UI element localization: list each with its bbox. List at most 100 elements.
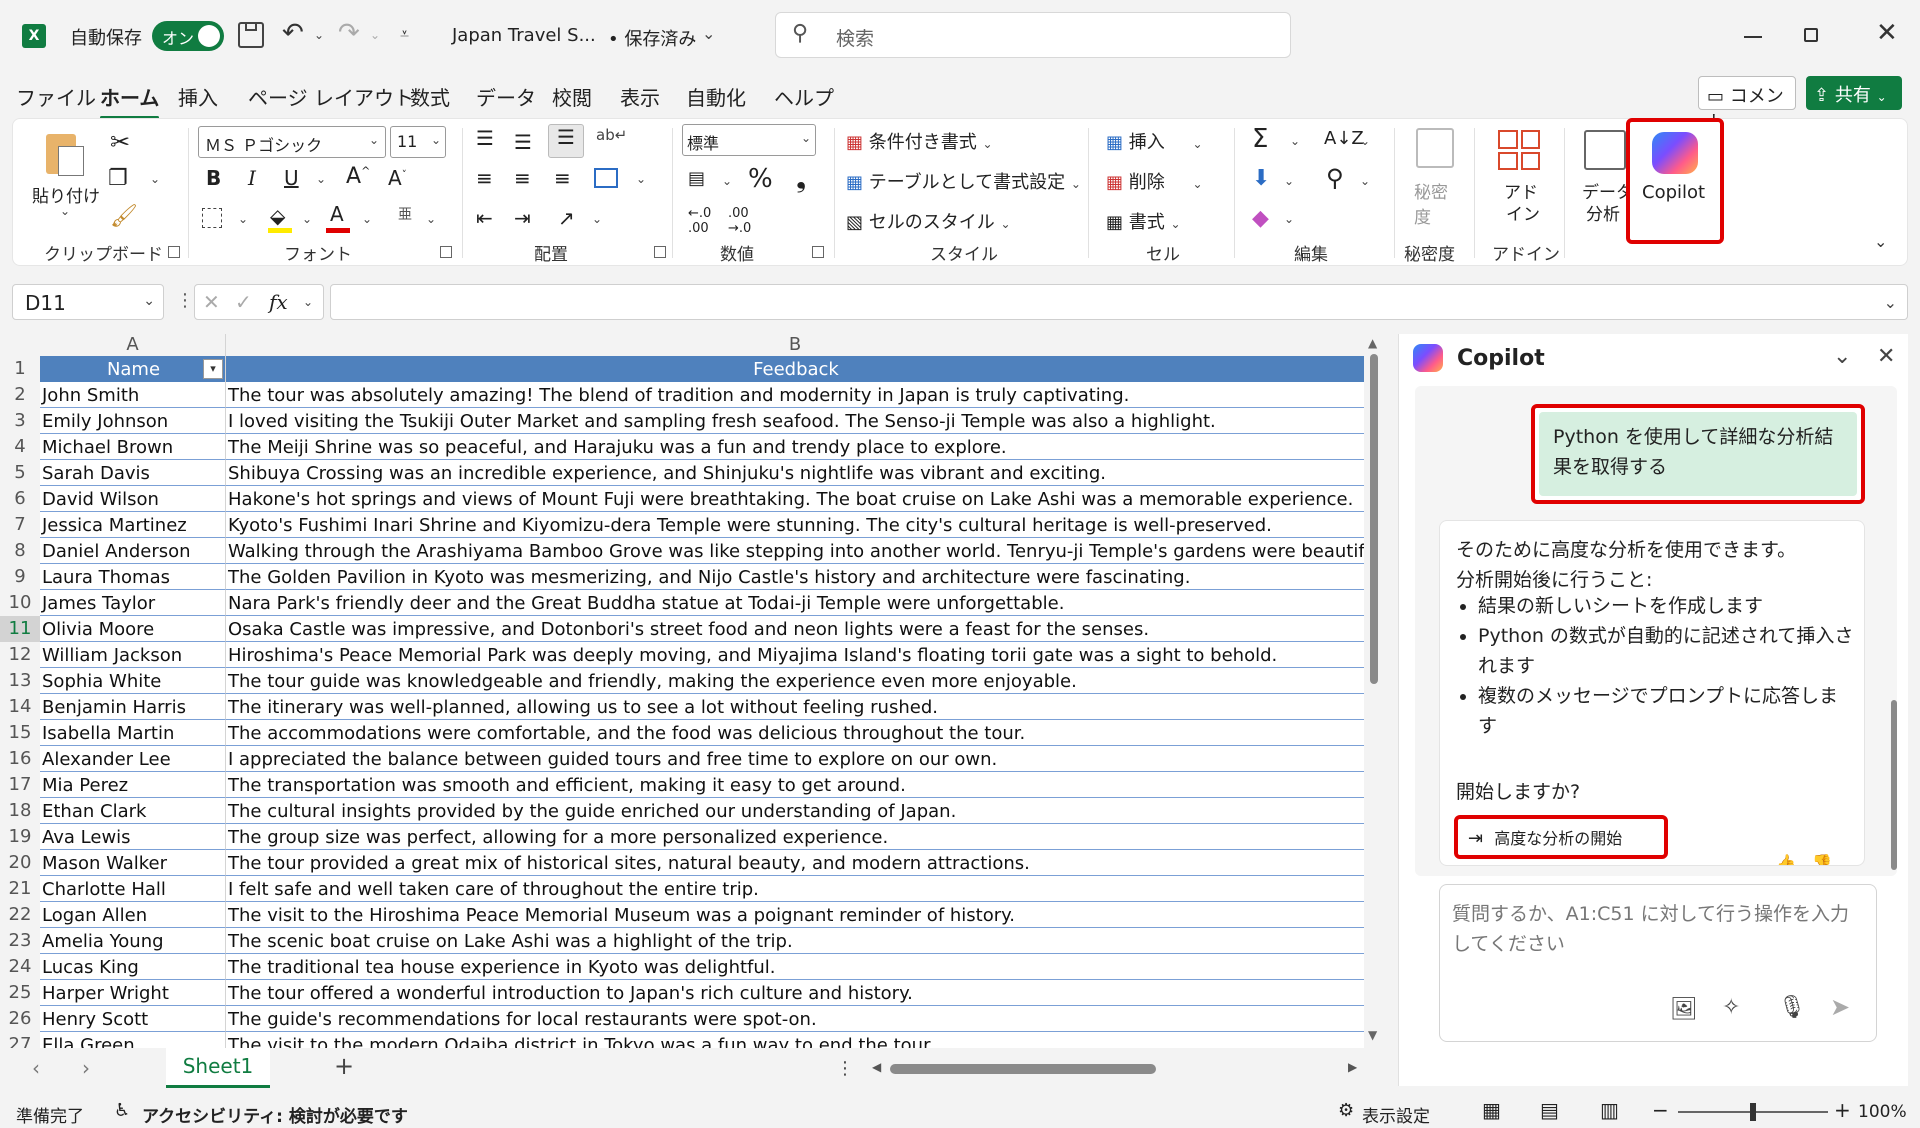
- autosum-icon[interactable]: Σ: [1252, 124, 1268, 154]
- feedback-cell[interactable]: The Meiji Shrine was so peaceful, and Ha…: [226, 434, 1364, 460]
- next-sheet-icon[interactable]: ›: [82, 1056, 90, 1080]
- file-name[interactable]: Japan Travel S...: [452, 25, 596, 46]
- send-icon[interactable]: ➤: [1830, 993, 1850, 1021]
- number-format-select[interactable]: 標準 ⌄: [682, 124, 816, 156]
- delete-cells-button[interactable]: ▦ 削除 ⌄: [1106, 168, 1203, 194]
- scroll-right-icon[interactable]: ▶: [1348, 1060, 1357, 1074]
- sheet-options-icon[interactable]: ⋮: [836, 1058, 854, 1079]
- row-header[interactable]: 16: [0, 746, 40, 772]
- cancel-entry-icon[interactable]: ✕: [203, 290, 220, 314]
- bold-button[interactable]: B: [206, 166, 221, 190]
- save-status-chevron-icon[interactable]: ⌄: [702, 24, 715, 43]
- increase-decimal-icon[interactable]: ←.0.00: [688, 206, 711, 236]
- thumbs-down-icon[interactable]: 👎: [1812, 853, 1832, 865]
- name-cell[interactable]: David Wilson: [40, 486, 226, 512]
- accounting-icon[interactable]: ▤: [688, 168, 705, 189]
- formula-input[interactable]: ⌄: [330, 284, 1908, 320]
- name-cell[interactable]: Sarah Davis: [40, 460, 226, 486]
- wrap-text-icon[interactable]: ab↵: [596, 126, 627, 144]
- row-header[interactable]: 23: [0, 928, 40, 954]
- feedback-cell[interactable]: Osaka Castle was impressive, and Dotonbo…: [226, 616, 1364, 642]
- decrease-decimal-icon[interactable]: .00 →.0: [728, 206, 751, 236]
- row-header[interactable]: 1: [0, 356, 40, 382]
- row-header[interactable]: 5: [0, 460, 40, 486]
- select-all-corner[interactable]: [0, 334, 40, 356]
- search-box[interactable]: ⚲ 検索: [775, 12, 1291, 58]
- font-name-select[interactable]: ＭＳ Ｐゴシック ⌄: [198, 126, 386, 158]
- name-cell[interactable]: Michael Brown: [40, 434, 226, 460]
- confirm-entry-icon[interactable]: ✓: [235, 290, 252, 314]
- name-cell[interactable]: Olivia Moore: [40, 616, 226, 642]
- normal-view-icon[interactable]: ▦: [1482, 1098, 1501, 1122]
- name-cell[interactable]: Alexander Lee: [40, 746, 226, 772]
- name-cell[interactable]: John Smith: [40, 382, 226, 408]
- row-header[interactable]: 26: [0, 1006, 40, 1032]
- undo-dropdown-icon[interactable]: ⌄: [314, 28, 324, 42]
- copy-icon[interactable]: ❐: [108, 166, 128, 191]
- attach-image-icon[interactable]: 🖼: [1670, 997, 1698, 1022]
- header-cell-feedback[interactable]: Feedback: [226, 356, 1364, 382]
- row-header[interactable]: 11: [0, 616, 40, 642]
- row-header[interactable]: 21: [0, 876, 40, 902]
- comment-button[interactable]: ▭ コメント: [1698, 76, 1796, 133]
- name-cell[interactable]: Ella Green: [40, 1032, 226, 1048]
- save-status[interactable]: • 保存済み: [608, 25, 696, 51]
- align-center-icon[interactable]: ≡: [514, 166, 531, 190]
- name-cell[interactable]: Jessica Martinez: [40, 512, 226, 538]
- column-header-a[interactable]: A: [40, 334, 226, 356]
- feedback-cell[interactable]: The tour guide was knowledgeable and fri…: [226, 668, 1364, 694]
- row-header[interactable]: 27: [0, 1032, 40, 1048]
- scroll-down-icon[interactable]: ▼: [1368, 1028, 1377, 1042]
- undo-icon[interactable]: ↶: [282, 18, 304, 48]
- row-header[interactable]: 3: [0, 408, 40, 434]
- sort-filter-dropdown-icon[interactable]: ⌄: [1360, 134, 1370, 148]
- tab-view[interactable]: 表示: [620, 82, 660, 111]
- merge-center-icon[interactable]: [594, 168, 618, 188]
- addins-label-2[interactable]: イン: [1506, 200, 1540, 225]
- accounting-dropdown-icon[interactable]: ⌄: [722, 174, 732, 188]
- copilot-ribbon-button[interactable]: Copilot: [1626, 118, 1724, 244]
- row-header[interactable]: 12: [0, 642, 40, 668]
- share-button[interactable]: ⇪ 共有 ⌄: [1806, 76, 1902, 110]
- page-break-view-icon[interactable]: ▥: [1600, 1098, 1619, 1122]
- comma-style-icon[interactable]: ❟: [796, 164, 806, 195]
- format-painter-icon[interactable]: 🖌: [110, 204, 138, 229]
- format-cells-button[interactable]: ▦ 書式 ⌄: [1106, 208, 1181, 234]
- name-cell[interactable]: Charlotte Hall: [40, 876, 226, 902]
- zoom-slider[interactable]: [1678, 1103, 1828, 1121]
- sensitivity-button-label[interactable]: 秘密度: [1414, 178, 1458, 228]
- redo-dropdown-icon[interactable]: ⌄: [370, 28, 380, 42]
- font-size-select[interactable]: 11 ⌄: [390, 126, 446, 158]
- formula-bar-options-icon[interactable]: ⋮: [176, 290, 194, 311]
- name-cell[interactable]: Amelia Young: [40, 928, 226, 954]
- paste-icon[interactable]: [44, 130, 88, 178]
- name-box[interactable]: D11 ⌄: [12, 284, 164, 320]
- column-header-b[interactable]: B: [226, 334, 1364, 356]
- row-header[interactable]: 20: [0, 850, 40, 876]
- row-header[interactable]: 24: [0, 954, 40, 980]
- chat-scroll-thumb[interactable]: [1891, 700, 1897, 870]
- feedback-cell[interactable]: Hakone's hot springs and views of Mount …: [226, 486, 1364, 512]
- feedback-cell[interactable]: The traditional tea house experience in …: [226, 954, 1364, 980]
- underline-button[interactable]: U: [284, 166, 299, 190]
- tab-help[interactable]: ヘルプ: [774, 82, 834, 111]
- align-middle-icon[interactable]: ☰: [514, 130, 532, 154]
- tab-formulas[interactable]: 数式: [410, 82, 450, 111]
- function-chevron-icon[interactable]: ⌄: [303, 295, 313, 309]
- copy-dropdown-icon[interactable]: ⌄: [150, 172, 160, 186]
- fill-icon[interactable]: ⬇: [1252, 166, 1270, 191]
- feedback-cell[interactable]: Hiroshima's Peace Memorial Park was deep…: [226, 642, 1364, 668]
- save-icon[interactable]: [238, 22, 264, 48]
- display-settings[interactable]: 表示設定: [1362, 1102, 1430, 1127]
- name-cell[interactable]: Laura Thomas: [40, 564, 226, 590]
- feedback-cell[interactable]: Walking through the Arashiyama Bamboo Gr…: [226, 538, 1364, 564]
- find-select-dropdown-icon[interactable]: ⌄: [1360, 174, 1370, 188]
- row-header[interactable]: 14: [0, 694, 40, 720]
- fill-color-icon[interactable]: ⬙: [270, 204, 285, 228]
- addins-icon[interactable]: [1498, 130, 1540, 170]
- page-layout-view-icon[interactable]: ▤: [1540, 1098, 1559, 1122]
- insert-function-button[interactable]: fx: [269, 290, 288, 314]
- feedback-cell[interactable]: The visit to the Hiroshima Peace Memoria…: [226, 902, 1364, 928]
- sort-filter-icon[interactable]: A↓Z: [1324, 128, 1364, 149]
- cell-style-button[interactable]: ▧ セルのスタイル ⌄: [846, 208, 1011, 234]
